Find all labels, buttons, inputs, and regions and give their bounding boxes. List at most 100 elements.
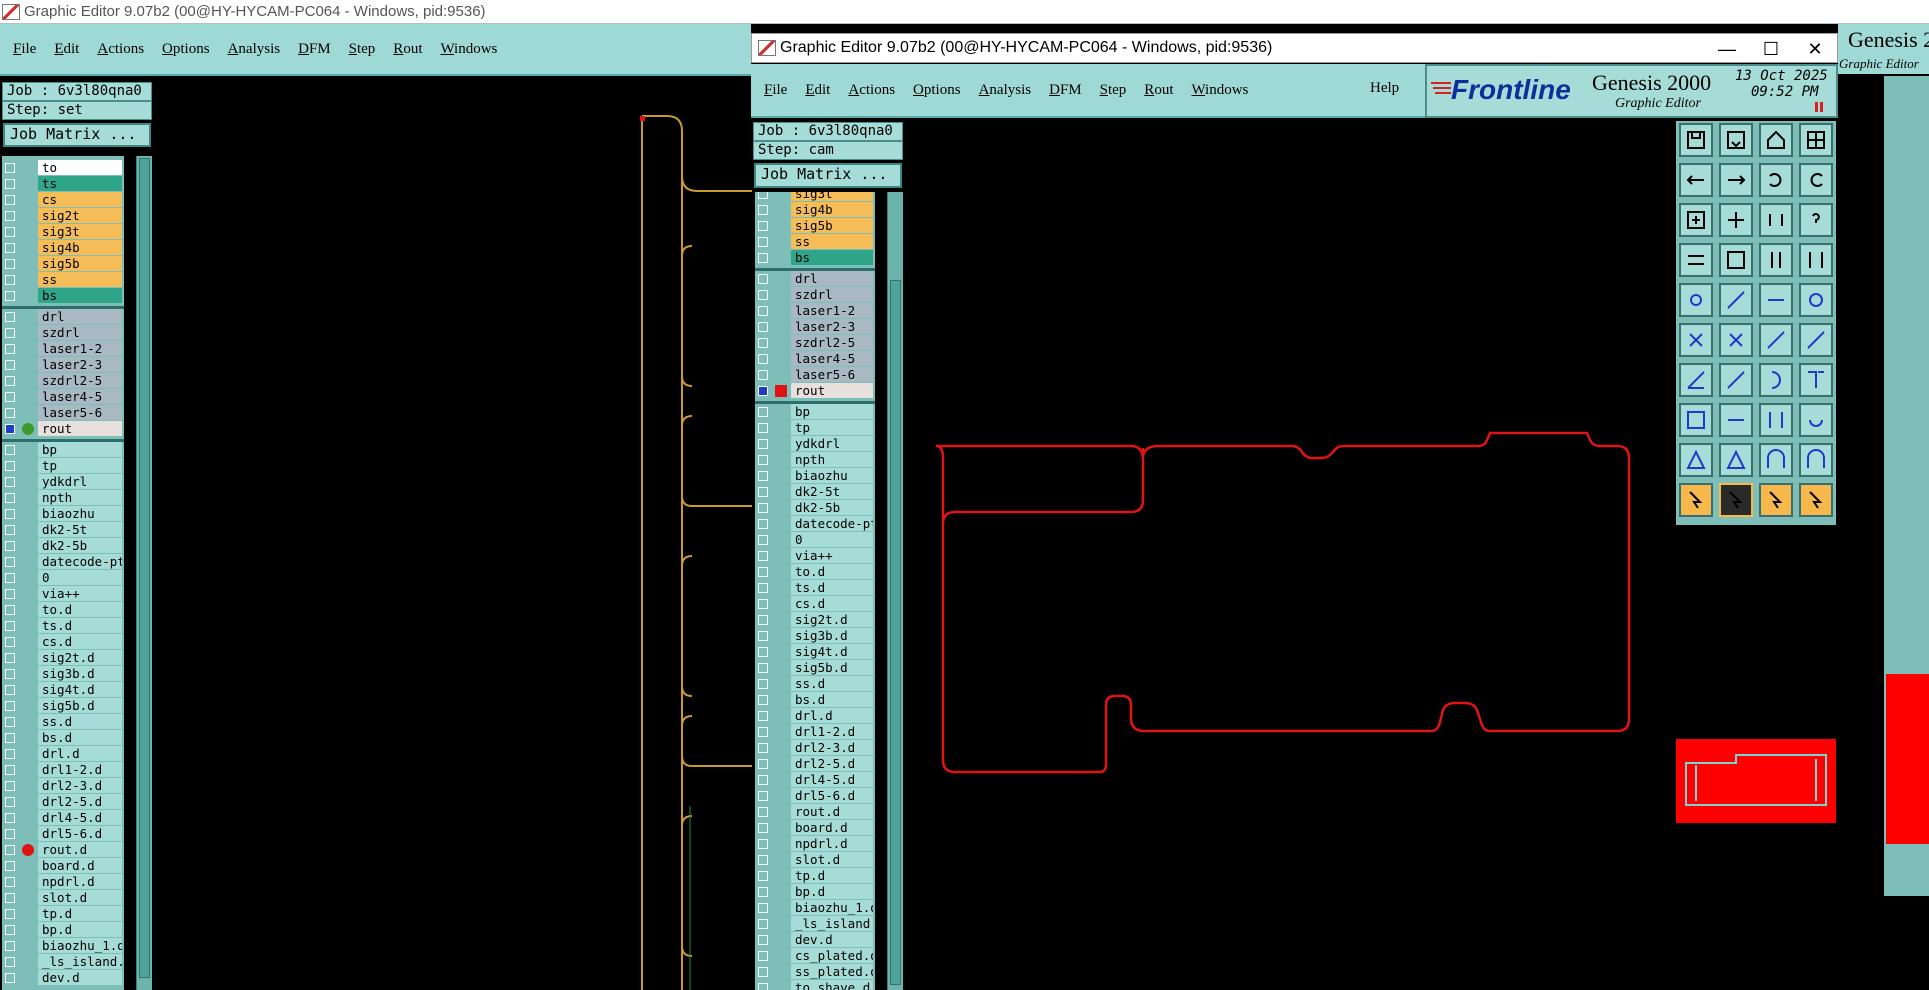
layer-checkbox[interactable] [5,312,15,322]
layer-checkbox[interactable] [5,637,15,647]
layer-checkbox[interactable] [758,727,768,737]
layer-checkbox[interactable] [758,839,768,849]
layer-checkbox[interactable] [5,376,15,386]
open-icon[interactable] [1719,123,1753,157]
layer-row[interactable]: szdrl2-5 [755,335,875,351]
layer-checkbox[interactable] [758,855,768,865]
window1-layer-scrollbar[interactable] [136,156,152,990]
layer-checkbox[interactable] [758,967,768,977]
layer-checkbox[interactable] [758,455,768,465]
layer-row[interactable]: dk2-5t [755,484,875,500]
layer-row[interactable]: via++ [755,548,875,564]
window1-titlebar[interactable]: Graphic Editor 9.07b2 (00@HY-HYCAM-PC064… [0,0,1929,24]
menu-edit[interactable]: Edit [54,41,79,58]
layer-row[interactable]: sig2t.d [2,650,124,666]
layer-row[interactable]: 0 [755,532,875,548]
layer-checkbox[interactable] [5,877,15,887]
layer-checkbox[interactable] [5,291,15,301]
layer-checkbox[interactable] [758,290,768,300]
bracket-icon[interactable] [1759,403,1793,437]
layer-row[interactable]: bs [2,288,124,304]
layer-row[interactable]: sig3t [2,224,124,240]
layer-row[interactable]: board.d [755,820,875,836]
layer-row[interactable]: dev.d [755,932,875,948]
layer-checkbox[interactable] [758,192,768,199]
menu-options[interactable]: Options [162,41,210,58]
layer-checkbox[interactable] [5,669,15,679]
layer-row[interactable]: ydkdrl [755,436,875,452]
layer-checkbox[interactable] [5,797,15,807]
menu-step[interactable]: Step [349,41,376,58]
home-icon[interactable] [1759,123,1793,157]
slash-icon[interactable] [1719,363,1753,397]
layer-row[interactable]: to.d [2,602,124,618]
layer-row[interactable]: to [2,160,124,176]
layer-row[interactable]: laser2-3 [2,357,124,373]
menu-dfm[interactable]: DFM [1049,82,1082,99]
layer-row[interactable]: drl [755,271,875,287]
layer-row[interactable]: datecode-pte [2,554,124,570]
menu-file[interactable]: File [764,82,787,99]
menu-options[interactable]: Options [913,82,961,99]
layer-checkbox[interactable] [5,424,15,434]
layer-row[interactable]: ss.d [755,676,875,692]
layer-checkbox[interactable] [758,519,768,529]
dash-icon[interactable] [1719,403,1753,437]
layer-checkbox[interactable] [5,259,15,269]
layer-row[interactable]: drl5-6.d [2,826,124,842]
layer-checkbox[interactable] [5,328,15,338]
layer-checkbox[interactable] [5,211,15,221]
layer-checkbox[interactable] [758,535,768,545]
layer-row[interactable]: dev.d [2,970,124,986]
layer-checkbox[interactable] [758,631,768,641]
network-icon[interactable] [1679,323,1713,357]
layer-checkbox[interactable] [758,503,768,513]
layer-checkbox[interactable] [5,392,15,402]
menu-step[interactable]: Step [1100,82,1127,99]
layer-checkbox[interactable] [5,781,15,791]
layer-checkbox[interactable] [758,354,768,364]
ruler-icon[interactable] [1759,283,1793,317]
menu-analysis[interactable]: Analysis [228,41,281,58]
layer-checkbox[interactable] [758,903,768,913]
menu-windows[interactable]: Windows [440,41,497,58]
layer-checkbox[interactable] [5,621,15,631]
layer-row[interactable]: npdrl.d [2,874,124,890]
layer-row[interactable]: slot.d [755,852,875,868]
layer-row[interactable]: biaozhu_1.d [755,900,875,916]
layer-row[interactable]: rout.d [2,842,124,858]
window2-canvas[interactable] [905,120,1675,990]
window2-layer-scrollbar[interactable] [887,192,903,990]
layer-row[interactable]: cs [2,192,124,208]
layer-checkbox[interactable] [758,711,768,721]
layer-row[interactable]: rout.d [755,804,875,820]
layer-row[interactable]: sig5b [755,218,875,234]
layer-checkbox[interactable] [5,893,15,903]
layer-row[interactable]: npth [2,490,124,506]
layer-checkbox[interactable] [5,861,15,871]
layer-checkbox[interactable] [5,445,15,455]
layer-row[interactable]: dk2-5b [755,500,875,516]
layer-checkbox[interactable] [758,887,768,897]
pointer-select-icon[interactable] [1719,483,1753,517]
layer-checkbox[interactable] [5,541,15,551]
layer-row[interactable]: drl2-3.d [755,740,875,756]
layer-row[interactable]: biaozhu [2,506,124,522]
layer-checkbox[interactable] [5,925,15,935]
layer-checkbox[interactable] [5,765,15,775]
layer-row[interactable]: cs.d [755,596,875,612]
layer-row[interactable]: sig4b [755,202,875,218]
scrollbar-thumb[interactable] [890,280,901,985]
layer-row[interactable]: npth [755,452,875,468]
layer-row[interactable]: ydkdrl [2,474,124,490]
circle-dot-icon[interactable] [1799,283,1833,317]
measure-icon[interactable] [1679,403,1713,437]
layer-row[interactable]: ts.d [755,580,875,596]
layer-checkbox[interactable] [758,471,768,481]
layer-checkbox[interactable] [758,583,768,593]
layer-checkbox[interactable] [758,615,768,625]
layer-checkbox[interactable] [5,360,15,370]
layer-row[interactable]: sig4b [2,240,124,256]
layer-row[interactable]: npdrl.d [755,836,875,852]
layer-checkbox[interactable] [5,408,15,418]
